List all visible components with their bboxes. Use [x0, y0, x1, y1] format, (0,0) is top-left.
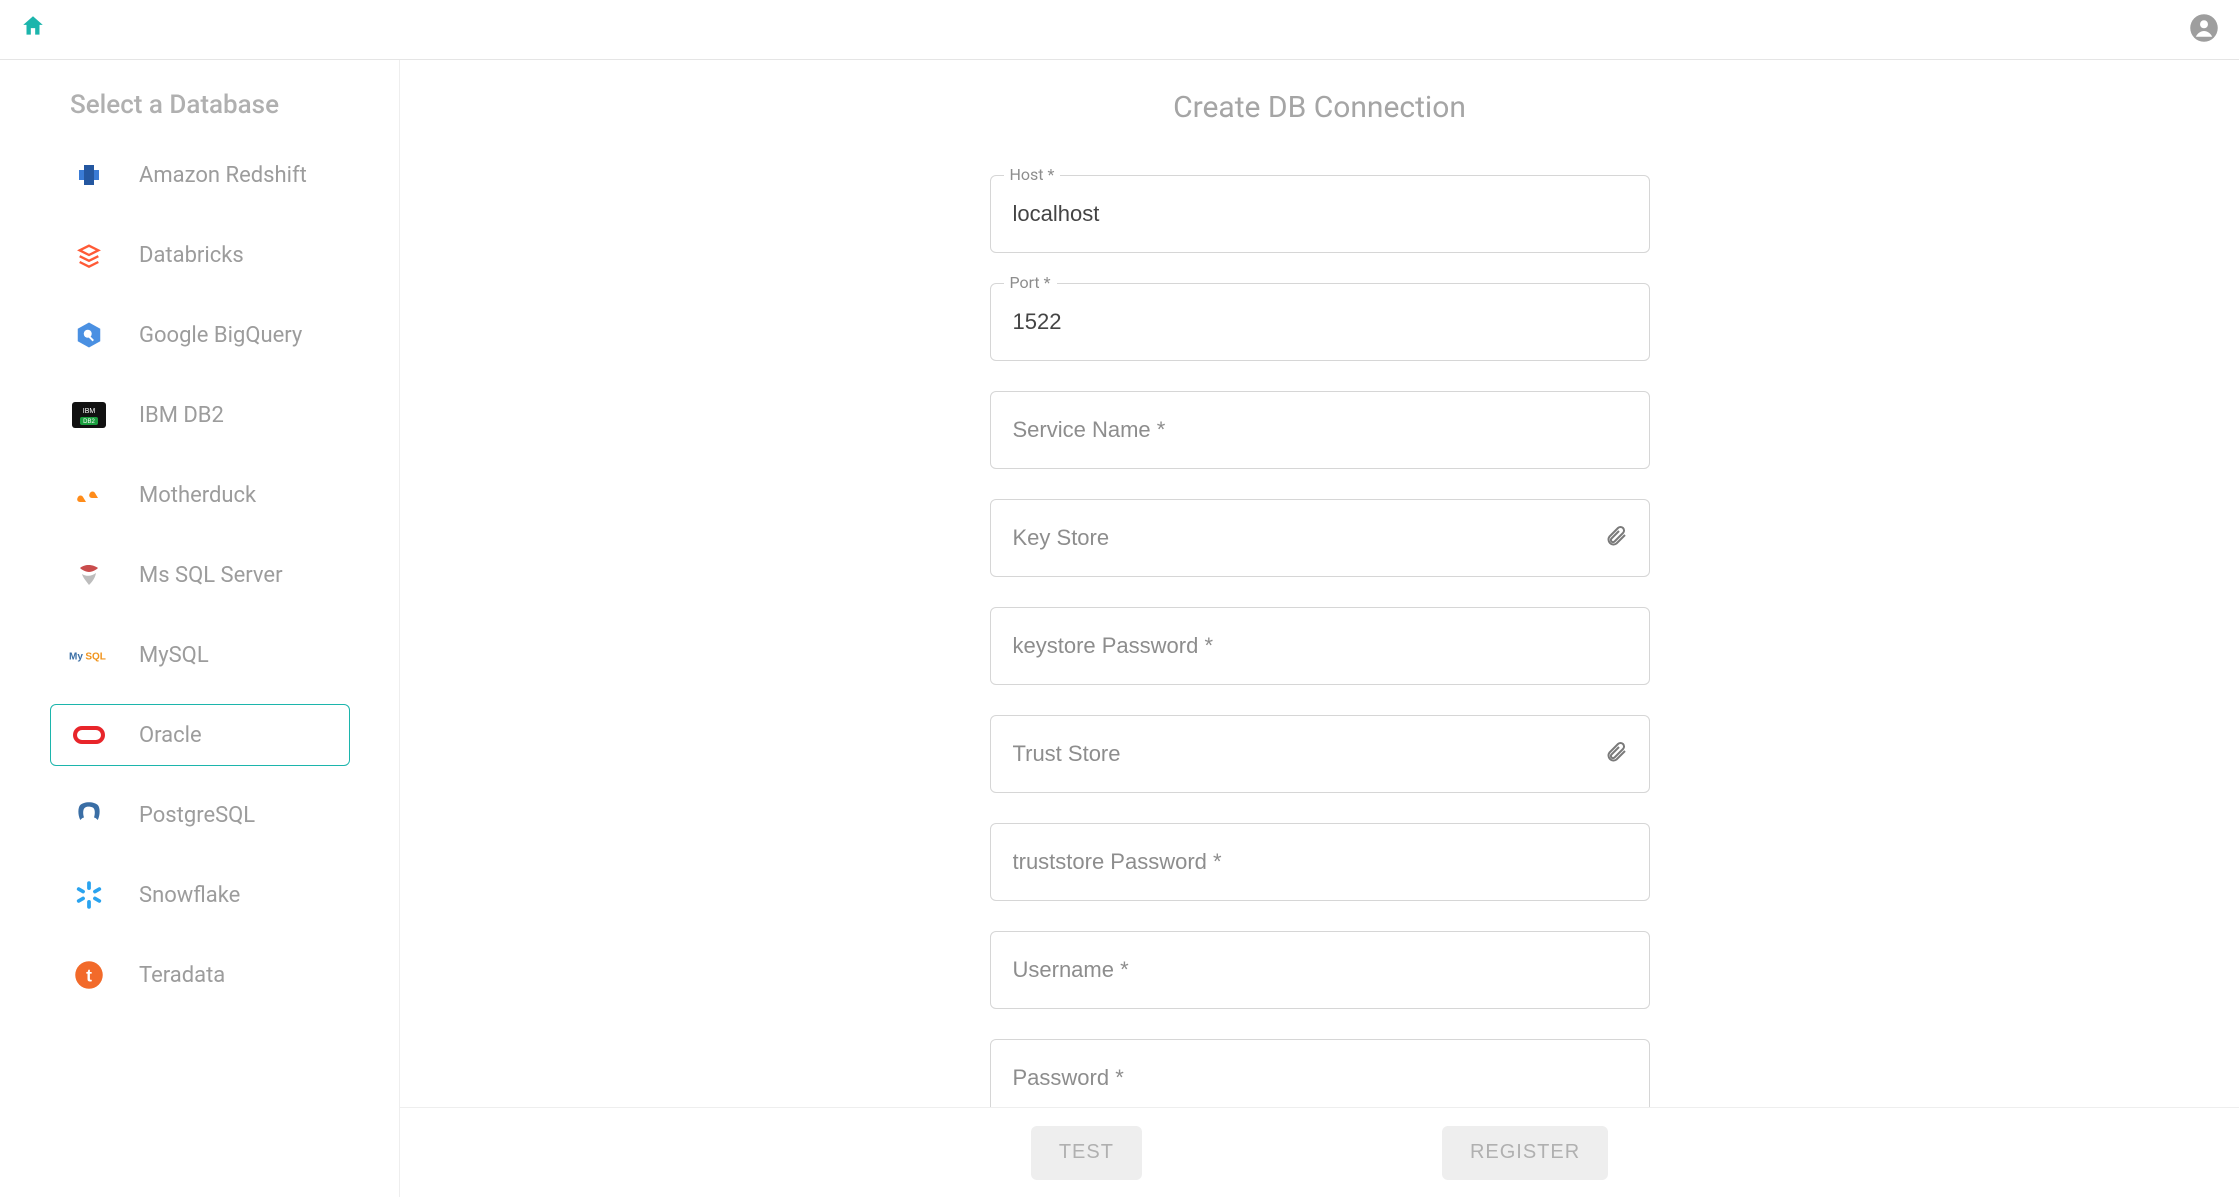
sidebar-item-label: PostgreSQL	[139, 803, 255, 828]
mssql-icon	[69, 561, 109, 589]
attachment-icon[interactable]	[1604, 522, 1628, 554]
port-input[interactable]	[990, 283, 1650, 361]
field-password	[990, 1039, 1650, 1117]
sidebar: Select a Database Amazon Redshift Databr…	[0, 60, 400, 1197]
action-bar: TEST REGISTER	[400, 1107, 2239, 1197]
sidebar-item-snowflake[interactable]: Snowflake	[50, 864, 350, 926]
host-input[interactable]	[990, 175, 1650, 253]
password-input[interactable]	[990, 1039, 1650, 1117]
field-trust-store	[990, 715, 1650, 793]
databricks-icon	[69, 241, 109, 269]
sidebar-item-label: Teradata	[139, 963, 225, 988]
sidebar-item-motherduck[interactable]: Motherduck	[50, 464, 350, 526]
svg-text:IBM: IBM	[83, 408, 96, 415]
field-username	[990, 931, 1650, 1009]
port-label: Port *	[1004, 273, 1057, 292]
db2-icon: IBM DB2	[69, 401, 109, 429]
sidebar-item-google-bigquery[interactable]: Google BigQuery	[50, 304, 350, 366]
field-port: Port *	[990, 283, 1650, 361]
field-key-store	[990, 499, 1650, 577]
sidebar-item-label: Databricks	[139, 243, 244, 268]
host-label: Host *	[1004, 165, 1061, 184]
attachment-icon[interactable]	[1604, 738, 1628, 770]
snowflake-icon	[69, 881, 109, 909]
topbar	[0, 0, 2239, 60]
motherduck-icon	[69, 481, 109, 509]
sidebar-item-label: Snowflake	[139, 883, 240, 908]
sidebar-title: Select a Database	[70, 90, 359, 120]
page-title: Create DB Connection	[440, 90, 2199, 125]
connection-form: Host * Port *	[990, 175, 1650, 1117]
field-service-name	[990, 391, 1650, 469]
sidebar-item-label: Motherduck	[139, 483, 256, 508]
sidebar-item-databricks[interactable]: Databricks	[50, 224, 350, 286]
svg-text:DB2: DB2	[83, 419, 95, 425]
teradata-icon: t	[69, 961, 109, 989]
oracle-icon	[69, 721, 109, 749]
sidebar-item-mysql[interactable]: MySQL MySQL	[50, 624, 350, 686]
truststore-password-input[interactable]	[990, 823, 1650, 901]
sidebar-item-label: Google BigQuery	[139, 323, 302, 348]
trust-store-input[interactable]	[990, 715, 1650, 793]
svg-text:SQL: SQL	[85, 652, 106, 663]
bigquery-icon	[69, 321, 109, 349]
sidebar-item-label: Oracle	[139, 723, 202, 748]
svg-text:My: My	[69, 652, 83, 663]
db-list: Amazon Redshift Databricks Google BigQue…	[50, 144, 359, 1006]
sidebar-item-ms-sql-server[interactable]: Ms SQL Server	[50, 544, 350, 606]
field-truststore-password	[990, 823, 1650, 901]
sidebar-item-amazon-redshift[interactable]: Amazon Redshift	[50, 144, 350, 206]
field-host: Host *	[990, 175, 1650, 253]
postgresql-icon	[69, 801, 109, 829]
sidebar-item-label: Amazon Redshift	[139, 163, 307, 188]
sidebar-item-label: IBM DB2	[139, 403, 224, 428]
svg-text:t: t	[86, 965, 92, 985]
register-button[interactable]: REGISTER	[1442, 1126, 1608, 1180]
sidebar-item-label: MySQL	[139, 643, 209, 668]
sidebar-item-ibm-db2[interactable]: IBM DB2 IBM DB2	[50, 384, 350, 446]
test-button[interactable]: TEST	[1031, 1126, 1142, 1180]
sidebar-item-oracle[interactable]: Oracle	[50, 704, 350, 766]
content: Create DB Connection Host * Port *	[400, 60, 2239, 1197]
field-keystore-password	[990, 607, 1650, 685]
home-icon[interactable]	[20, 13, 46, 46]
sidebar-item-teradata[interactable]: t Teradata	[50, 944, 350, 1006]
username-input[interactable]	[990, 931, 1650, 1009]
user-avatar-icon[interactable]	[2189, 13, 2219, 47]
keystore-password-input[interactable]	[990, 607, 1650, 685]
service-name-input[interactable]	[990, 391, 1650, 469]
mysql-icon: MySQL	[69, 641, 109, 669]
key-store-input[interactable]	[990, 499, 1650, 577]
redshift-icon	[69, 161, 109, 189]
sidebar-item-label: Ms SQL Server	[139, 563, 283, 588]
sidebar-item-postgresql[interactable]: PostgreSQL	[50, 784, 350, 846]
